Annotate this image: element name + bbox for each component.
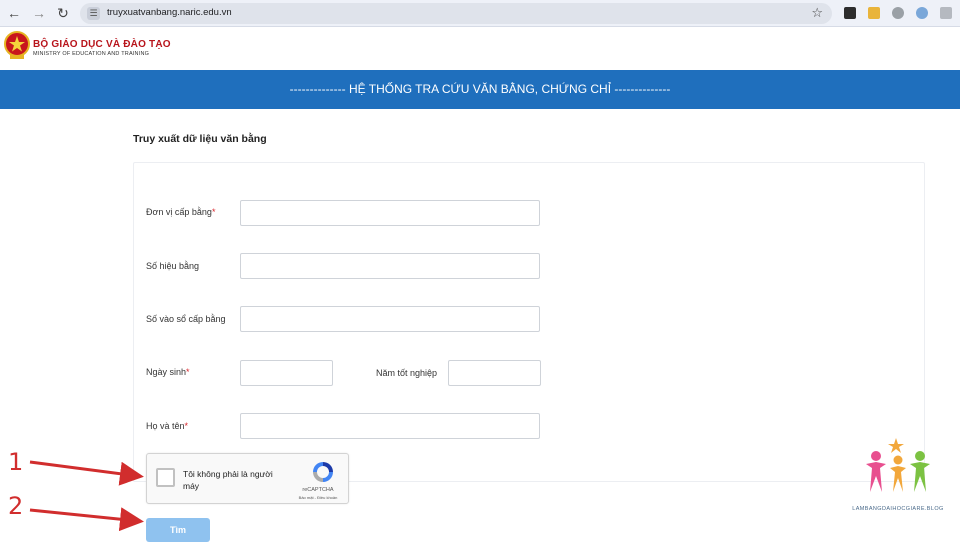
register-label: Số vào sổ cấp bằng	[146, 314, 226, 324]
recaptcha-checkbox[interactable]	[156, 468, 175, 487]
fullname-label-text: Họ và tên	[146, 421, 185, 431]
forward-icon[interactable]: →	[31, 5, 47, 21]
required-mark: *	[184, 421, 189, 431]
bookmark-star-icon[interactable]: ☆	[811, 5, 823, 21]
dob-label-text: Ngày sinh	[146, 367, 187, 377]
recaptcha-widget: Tôi không phải là người máy reCAPTCHA Bả…	[146, 453, 349, 504]
extension-icon[interactable]	[844, 7, 856, 19]
register-number-input[interactable]	[240, 306, 540, 332]
site-info-icon[interactable]: ☰	[87, 7, 100, 20]
org-subtitle: MINISTRY OF EDUCATION AND TRAINING	[33, 51, 150, 57]
extension-icon[interactable]	[916, 7, 928, 19]
back-icon[interactable]: ←	[6, 5, 22, 21]
recaptcha-logo-icon	[313, 462, 333, 482]
step-2-arrow	[29, 507, 144, 532]
extension-icon[interactable]	[868, 7, 880, 19]
watermark-text: LAMBANGDAIHOCGIARE.BLOG	[852, 506, 944, 512]
serial-number-input[interactable]	[240, 253, 540, 279]
issuer-label: Đơn vị cấp bằng*	[146, 207, 215, 217]
date-of-birth-input[interactable]	[240, 360, 333, 386]
national-emblem-icon	[4, 31, 30, 59]
org-name: BỘ GIÁO DỤC VÀ ĐÀO TẠO	[33, 39, 171, 50]
full-name-input[interactable]	[240, 413, 540, 439]
reload-icon[interactable]: ↻	[55, 5, 71, 21]
step-1-arrow	[29, 460, 144, 486]
extension-icon[interactable]	[892, 7, 904, 19]
issuer-input[interactable]	[240, 200, 540, 226]
extensions-menu-icon[interactable]	[940, 7, 952, 19]
url-text: truyxuatvanbang.naric.edu.vn	[107, 7, 232, 18]
serial-label: Số hiệu bằng	[146, 261, 200, 271]
step-1-number: 1	[8, 448, 24, 476]
required-mark: *	[186, 367, 190, 377]
section-title: Truy xuất dữ liệu văn bằng	[133, 133, 267, 145]
recaptcha-links[interactable]: Bảo mật - Điều khoản	[287, 495, 349, 500]
address-bar[interactable]: ☰ truyxuatvanbang.naric.edu.vn ☆	[80, 3, 832, 24]
recaptcha-brand: reCAPTCHA	[302, 487, 334, 493]
system-banner: -------------- HỆ THỐNG TRA CỨU VĂN BẰNG…	[0, 70, 960, 109]
dob-label: Ngày sinh*	[146, 367, 190, 377]
graduation-year-input[interactable]	[448, 360, 541, 386]
site-header: BỘ GIÁO DỤC VÀ ĐÀO TẠO MINISTRY OF EDUCA…	[0, 28, 960, 70]
watermark-logo-icon	[866, 438, 930, 492]
search-button[interactable]: Tìm	[146, 518, 210, 542]
browser-toolbar: ← → ↻ ☰ truyxuatvanbang.naric.edu.vn ☆	[0, 0, 960, 27]
step-2-number: 2	[8, 492, 24, 520]
required-mark: *	[211, 207, 216, 217]
recaptcha-label: Tôi không phải là người máy	[183, 469, 273, 491]
issuer-label-text: Đơn vị cấp bằng	[146, 207, 212, 217]
fullname-label: Họ và tên*	[146, 421, 188, 431]
grad-year-label: Năm tốt nghiệp	[376, 368, 438, 378]
